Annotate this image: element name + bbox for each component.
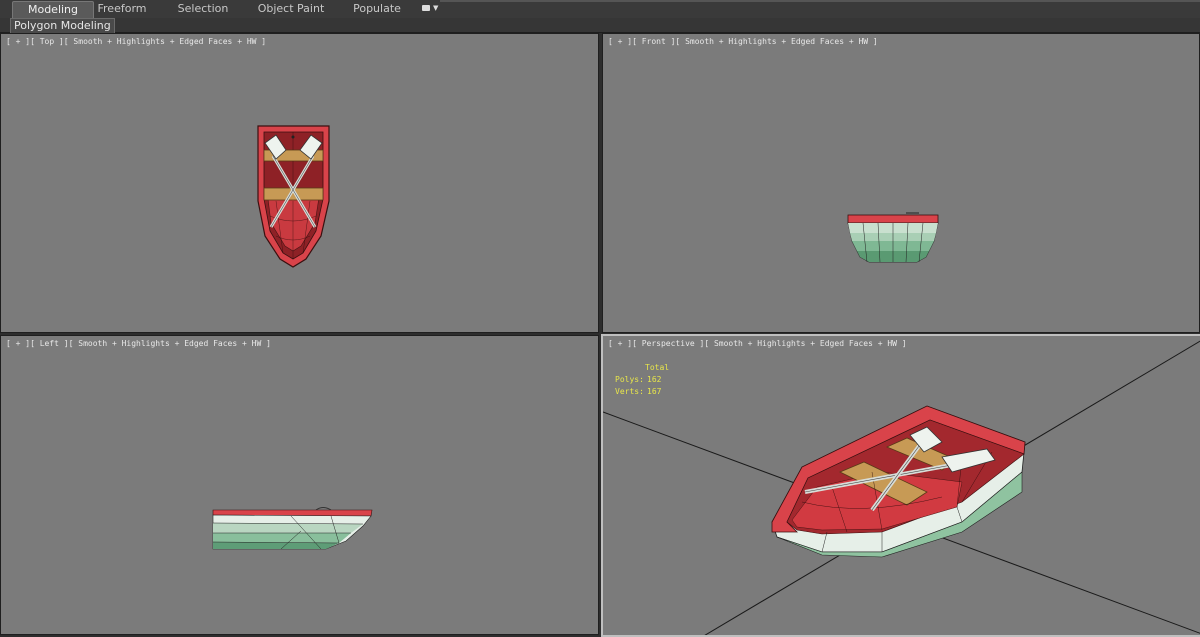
viewport-left[interactable]: [ + ][ Left ][ Smooth + Highlights + Edg… (0, 335, 599, 635)
tab-freeform[interactable]: Freeform (90, 1, 154, 17)
viewport-front[interactable]: [ + ][ Front ][ Smooth + Highlights + Ed… (602, 33, 1200, 333)
tab-selection[interactable]: Selection (170, 1, 236, 17)
boat-top-view (257, 125, 330, 268)
tab-object-paint[interactable]: Object Paint (255, 1, 327, 17)
ribbon-panel: Polygon Modeling (0, 18, 1200, 34)
boat-front-view (847, 212, 939, 263)
viewport-perspective[interactable]: [ + ][ Perspective ][ Smooth + Highlight… (601, 334, 1200, 637)
boat-left-view (212, 507, 373, 550)
dropdown-toggle-icon (422, 5, 430, 11)
tab-populate[interactable]: Populate (347, 1, 407, 17)
caret-down-icon: ▼ (433, 4, 439, 12)
boat-perspective-view (603, 340, 1200, 635)
ribbon-tab-bar: Modeling Freeform Selection Object Paint… (0, 0, 1200, 19)
viewport-top[interactable]: [ + ][ Top ][ Smooth + Highlights + Edge… (0, 33, 599, 333)
ribbon-top-line (440, 0, 1200, 2)
ribbon-options-dropdown[interactable]: ▼ (420, 3, 442, 15)
tab-modeling[interactable]: Modeling (12, 1, 94, 18)
polygon-modeling-panel-button[interactable]: Polygon Modeling (10, 18, 115, 34)
